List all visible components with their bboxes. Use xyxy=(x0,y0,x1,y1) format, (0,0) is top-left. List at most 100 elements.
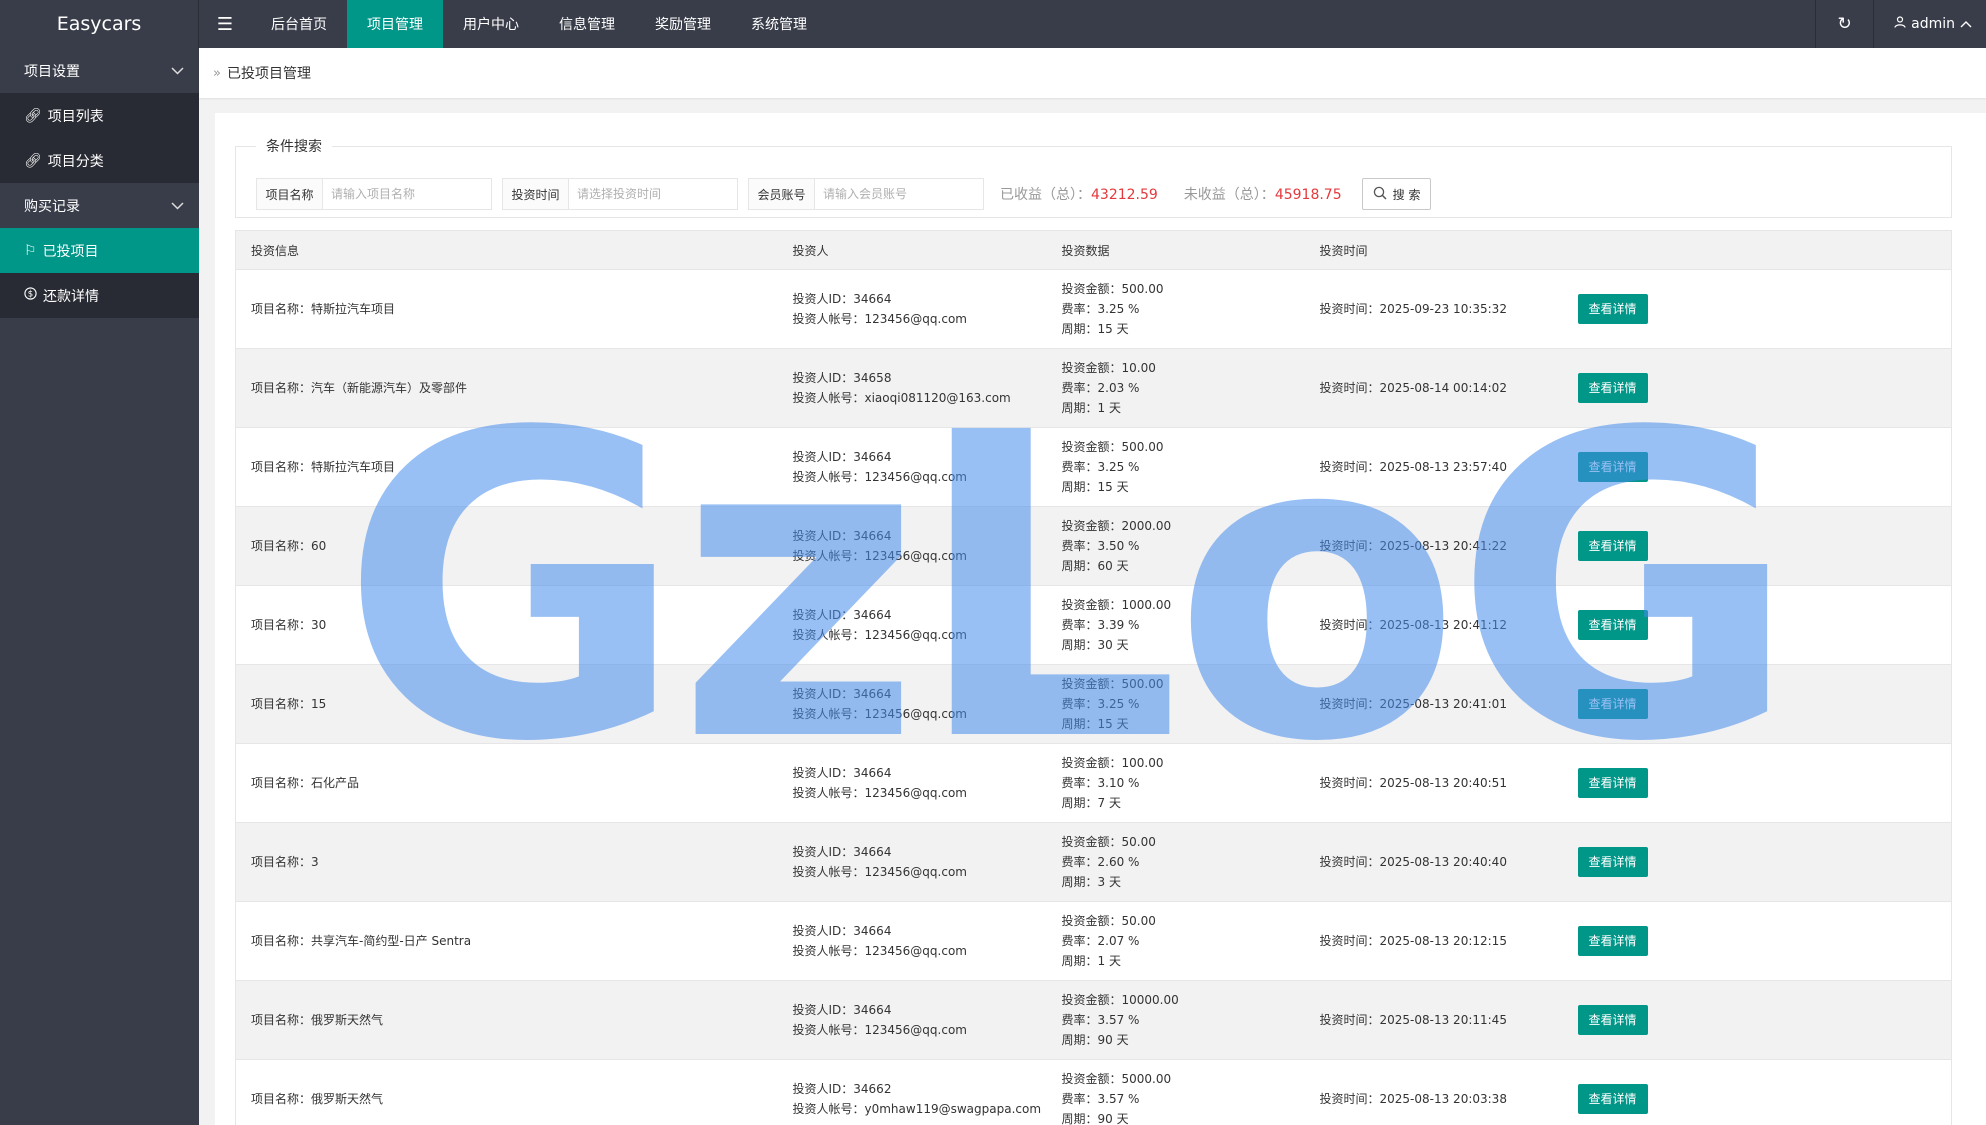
investor-cell: 投资人ID：34664 投资人帐号：123456@qq.com xyxy=(777,901,1047,981)
investor-account: 投资人帐号：123456@qq.com xyxy=(792,707,968,721)
member-account-input[interactable] xyxy=(815,179,983,209)
invest-data-cell: 投资金额：10.00 费率：2.03 % 周期：1 天 xyxy=(1046,348,1305,428)
investor-id: 投资人ID：34664 xyxy=(792,687,892,701)
sidebar-item-project-list[interactable]: 🔗︎ 项目列表 xyxy=(0,93,199,138)
view-detail-button[interactable]: 查看详情 xyxy=(1577,1005,1648,1035)
view-detail-button[interactable]: 查看详情 xyxy=(1577,452,1648,482)
invest-data-cell: 投资金额：2000.00 费率：3.50 % 周期：60 天 xyxy=(1046,506,1305,586)
view-detail-button[interactable]: 查看详情 xyxy=(1577,1084,1648,1114)
sidebar-item-invested-projects[interactable]: ⚐ 已投项目 xyxy=(0,228,199,273)
nav-item-info[interactable]: 信息管理 xyxy=(539,0,635,48)
view-detail-button[interactable]: 查看详情 xyxy=(1577,689,1648,719)
view-detail-button[interactable]: 查看详情 xyxy=(1577,610,1648,640)
action-cell: 查看详情 xyxy=(1562,743,1952,823)
project-name-input[interactable] xyxy=(323,179,491,209)
project-name-cell: 项目名称：石化产品 xyxy=(235,743,778,823)
invest-period: 周期：15 天 xyxy=(1061,480,1129,494)
link-icon: 🔗︎ xyxy=(24,107,42,124)
view-detail-button[interactable]: 查看详情 xyxy=(1577,847,1648,877)
pending-value: 45918.75 xyxy=(1274,187,1342,203)
investor-cell: 投资人ID：34662 投资人帐号：y0mhaw119@swagpapa.com xyxy=(777,1059,1047,1125)
sidebar-group-label: 购买记录 xyxy=(24,198,80,215)
view-detail-button[interactable]: 查看详情 xyxy=(1577,768,1648,798)
invest-period: 周期：90 天 xyxy=(1061,1033,1129,1047)
view-detail-button[interactable]: 查看详情 xyxy=(1577,373,1648,403)
invest-time-input[interactable] xyxy=(569,179,737,209)
sidebar-group-project-settings[interactable]: 项目设置 xyxy=(0,48,199,93)
sidebar-group-purchase-records[interactable]: 购买记录 xyxy=(0,183,199,228)
invest-rate: 费率：2.07 % xyxy=(1061,934,1140,948)
invest-data-cell: 投资金额：50.00 费率：2.07 % 周期：1 天 xyxy=(1046,901,1305,981)
investor-id: 投资人ID：34664 xyxy=(792,608,892,622)
project-name-cell: 项目名称：3 xyxy=(235,822,778,902)
invest-time-cell: 投资时间：2025-08-13 20:41:01 xyxy=(1304,664,1563,744)
investor-cell: 投资人ID：34664 投资人帐号：123456@qq.com xyxy=(777,743,1047,823)
investor-cell: 投资人ID：34658 投资人帐号：xiaoqi081120@163.com xyxy=(777,348,1047,428)
table-row: 项目名称：30 投资人ID：34664 投资人帐号：123456@qq.com … xyxy=(235,585,1952,665)
invest-time-cell: 投资时间：2025-08-13 20:40:40 xyxy=(1304,822,1563,902)
invest-rate: 费率：3.39 % xyxy=(1061,618,1140,632)
table-row: 项目名称：俄罗斯天然气 投资人ID：34662 投资人帐号：y0mhaw119@… xyxy=(235,1059,1952,1125)
invest-time-cell: 投资时间：2025-08-13 20:03:38 xyxy=(1304,1059,1563,1125)
action-cell: 查看详情 xyxy=(1562,269,1952,349)
investor-account: 投资人帐号：123456@qq.com xyxy=(792,944,968,958)
table-row: 项目名称：汽车（新能源汽车）及零部件 投资人ID：34658 投资人帐号：xia… xyxy=(235,348,1952,428)
invested-projects-table: 投资信息 投资人 投资数据 投资时间 项目名称：特斯拉汽车项目 投资人ID：34… xyxy=(235,230,1952,1125)
earned-value: 43212.59 xyxy=(1091,187,1158,203)
earned-label: 已收益（总）： xyxy=(1000,187,1091,203)
nav-item-rewards[interactable]: 奖励管理 xyxy=(635,0,731,48)
investor-cell: 投资人ID：34664 投资人帐号：123456@qq.com xyxy=(777,585,1047,665)
search-button[interactable]: 搜 索 xyxy=(1361,178,1432,210)
table-row: 项目名称：60 投资人ID：34664 投资人帐号：123456@qq.com … xyxy=(235,506,1952,586)
invest-amount: 投资金额：50.00 xyxy=(1061,914,1156,928)
action-cell: 查看详情 xyxy=(1562,901,1952,981)
invest-period: 周期：3 天 xyxy=(1061,875,1121,889)
invest-data-cell: 投资金额：10000.00 费率：3.57 % 周期：90 天 xyxy=(1046,980,1305,1060)
investor-cell: 投资人ID：34664 投资人帐号：123456@qq.com xyxy=(777,980,1047,1060)
view-detail-button[interactable]: 查看详情 xyxy=(1577,294,1648,324)
search-row: 项目名称 投资时间 会员账号 已收益（总）：43212.59 未收益（总）：45… xyxy=(256,178,1432,210)
sidebar-item-label: 还款详情 xyxy=(43,288,99,305)
investor-account: 投资人帐号：xiaoqi081120@163.com xyxy=(792,391,1011,405)
investor-cell: 投资人ID：34664 投资人帐号：123456@qq.com xyxy=(777,664,1047,744)
investor-account: 投资人帐号：123456@qq.com xyxy=(792,865,968,879)
search-panel: 条件搜索 项目名称 投资时间 会员账号 已收益（总）：43212.59 未收益（… xyxy=(235,136,1952,218)
sidebar-item-project-category[interactable]: 🔗︎ 项目分类 xyxy=(0,138,199,183)
investor-id: 投资人ID：34664 xyxy=(792,292,892,306)
chevron-down-icon xyxy=(171,199,184,213)
action-cell: 查看详情 xyxy=(1562,427,1952,507)
sidebar-item-repayment-details[interactable]: $ 还款详情 xyxy=(0,273,199,318)
nav-item-dashboard[interactable]: 后台首页 xyxy=(251,0,347,48)
table-row: 项目名称：特斯拉汽车项目 投资人ID：34664 投资人帐号：123456@qq… xyxy=(235,427,1952,507)
invest-amount: 投资金额：500.00 xyxy=(1061,677,1164,691)
menu-toggle-icon[interactable]: ☰ xyxy=(199,0,251,48)
action-cell: 查看详情 xyxy=(1562,822,1952,902)
pending-label: 未收益（总）： xyxy=(1183,187,1275,203)
project-name-cell: 项目名称：30 xyxy=(235,585,778,665)
column-header-actions xyxy=(1562,230,1952,270)
invest-rate: 费率：3.57 % xyxy=(1061,1013,1140,1027)
nav-item-users[interactable]: 用户中心 xyxy=(443,0,539,48)
view-detail-button[interactable]: 查看详情 xyxy=(1577,531,1648,561)
nav-item-system[interactable]: 系统管理 xyxy=(731,0,827,48)
invest-data-cell: 投资金额：500.00 费率：3.25 % 周期：15 天 xyxy=(1046,269,1305,349)
nav-item-projects[interactable]: 项目管理 xyxy=(347,0,443,48)
user-menu[interactable]: admin xyxy=(1873,0,1986,48)
sidebar-item-label: 项目分类 xyxy=(47,153,104,170)
search-legend: 条件搜索 xyxy=(266,139,322,155)
svg-text:$: $ xyxy=(28,290,33,300)
column-header-investor: 投资人 xyxy=(777,230,1047,270)
investor-cell: 投资人ID：34664 投资人帐号：123456@qq.com xyxy=(777,822,1047,902)
view-detail-button[interactable]: 查看详情 xyxy=(1577,926,1648,956)
app-logo[interactable]: Easycars xyxy=(0,0,199,48)
pending-total: 未收益（总）：45918.75 xyxy=(1184,184,1342,204)
refresh-icon[interactable]: ↻ xyxy=(1815,0,1873,48)
user-icon xyxy=(1894,16,1906,32)
column-header-invest-data: 投资数据 xyxy=(1046,230,1305,270)
flag-icon: ⚐ xyxy=(24,242,37,259)
search-button-label: 搜 索 xyxy=(1392,187,1421,202)
project-name-cell: 项目名称：共享汽车-简约型-日产 Sentra xyxy=(235,901,778,981)
earned-total: 已收益（总）：43212.59 xyxy=(1000,184,1158,204)
investor-id: 投资人ID：34662 xyxy=(792,1082,892,1096)
investor-account: 投资人帐号：123456@qq.com xyxy=(792,312,968,326)
